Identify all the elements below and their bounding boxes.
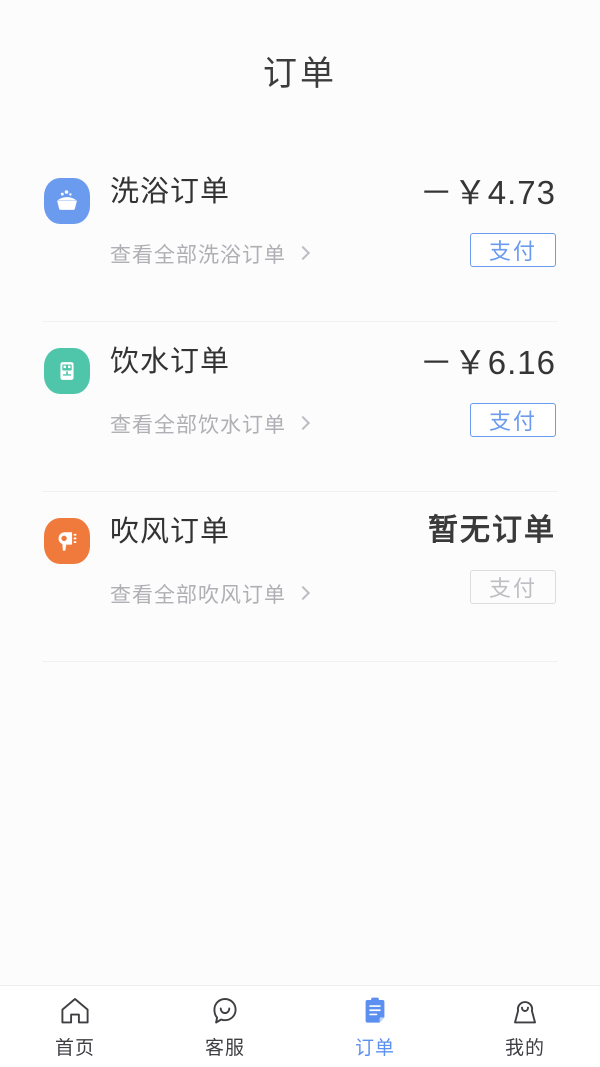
clipboard-icon xyxy=(359,994,391,1028)
page-title: 订单 xyxy=(263,54,337,93)
pay-button[interactable]: 支付 xyxy=(470,233,556,267)
person-icon xyxy=(509,994,541,1028)
tab-orders[interactable]: 订单 xyxy=(300,986,450,1067)
order-list: 洗浴订单 查看全部洗浴订单 －￥4.73 支付 饮水订单 查看全部饮水订单 －￥… xyxy=(0,140,600,985)
chevron-right-icon xyxy=(295,585,311,601)
pay-button[interactable]: 支付 xyxy=(470,403,556,437)
hairdryer-icon xyxy=(52,526,82,556)
view-all-hairdryer-orders-link[interactable]: 查看全部吹风订单 xyxy=(110,579,428,609)
order-amount: －￥4.73 xyxy=(419,174,556,211)
tab-label: 我的 xyxy=(504,1037,545,1059)
order-right-bath: －￥4.73 支付 xyxy=(420,172,556,267)
order-right-hairdryer: 暂无订单 支付 xyxy=(428,512,556,604)
view-all-label: 查看全部饮水订单 xyxy=(110,414,286,437)
tab-label: 客服 xyxy=(204,1037,245,1059)
bathtub-icon xyxy=(52,186,82,216)
view-all-water-orders-link[interactable]: 查看全部饮水订单 xyxy=(110,409,420,439)
order-amount: 暂无订单 xyxy=(428,514,556,547)
tab-profile[interactable]: 我的 xyxy=(450,986,600,1067)
view-all-label: 查看全部吹风订单 xyxy=(110,584,286,607)
page-header: 订单 xyxy=(0,0,600,140)
chevron-right-icon xyxy=(295,415,311,431)
order-title: 洗浴订单 xyxy=(110,176,231,208)
tab-label: 订单 xyxy=(354,1037,395,1059)
view-all-bath-orders-link[interactable]: 查看全部洗浴订单 xyxy=(110,239,420,269)
order-row-hairdryer[interactable]: 吹风订单 查看全部吹风订单 暂无订单 支付 xyxy=(0,492,600,662)
tab-home[interactable]: 首页 xyxy=(0,986,150,1067)
bottom-tab-bar: 首页 客服 订单 我的 xyxy=(0,985,600,1067)
order-icon-tile-water xyxy=(44,348,90,394)
order-text-hairdryer: 吹风订单 查看全部吹风订单 xyxy=(90,512,428,609)
order-title: 饮水订单 xyxy=(110,346,231,378)
order-amount: －￥6.16 xyxy=(419,344,556,381)
tab-support[interactable]: 客服 xyxy=(150,986,300,1067)
support-chat-icon xyxy=(209,994,241,1028)
row-divider xyxy=(42,661,558,662)
order-page: 订单 洗浴订单 查看全部洗浴订单 －￥4.73 支付 饮水订单 查看全部饮水订单… xyxy=(0,0,600,1067)
pay-button: 支付 xyxy=(470,570,556,604)
order-row-water[interactable]: 饮水订单 查看全部饮水订单 －￥6.16 支付 xyxy=(0,322,600,492)
view-all-label: 查看全部洗浴订单 xyxy=(110,244,286,267)
order-icon-tile-bath xyxy=(44,178,90,224)
order-text-bath: 洗浴订单 查看全部洗浴订单 xyxy=(90,172,420,269)
order-row-bath[interactable]: 洗浴订单 查看全部洗浴订单 －￥4.73 支付 xyxy=(0,152,600,322)
order-right-water: －￥6.16 支付 xyxy=(420,342,556,437)
tab-label: 首页 xyxy=(54,1037,95,1059)
order-icon-tile-hairdryer xyxy=(44,518,90,564)
chevron-right-icon xyxy=(295,245,311,261)
order-text-water: 饮水订单 查看全部饮水订单 xyxy=(90,342,420,439)
home-icon xyxy=(59,994,91,1028)
order-title: 吹风订单 xyxy=(110,516,231,548)
water-dispenser-icon xyxy=(52,356,82,386)
